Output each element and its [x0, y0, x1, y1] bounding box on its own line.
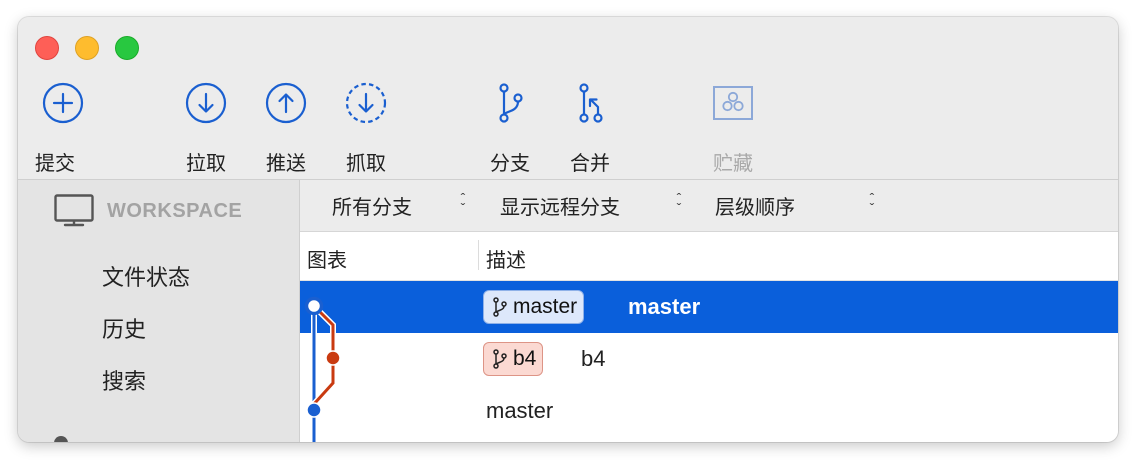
- stash-label: 贮藏: [713, 153, 753, 175]
- chevron-updown-icon: ˆˇ: [460, 190, 466, 216]
- commit-message: master: [486, 398, 554, 423]
- commit-message: b4: [581, 346, 606, 371]
- commit-label: 提交: [35, 153, 75, 175]
- commit-node: [306, 402, 322, 418]
- branch-icon: [493, 297, 507, 317]
- app-window: 提交 拉取 推送 抓取 分支 合并 贮藏 WORKSPACE 文件状态 历史 搜…: [18, 17, 1118, 442]
- branch-button[interactable]: 分支: [480, 81, 540, 175]
- pull-button[interactable]: 拉取: [176, 81, 236, 175]
- branch-icon: [493, 349, 507, 369]
- branch-label: 分支: [490, 153, 530, 175]
- commit-node: [304, 296, 324, 316]
- sidebar-item-file-status[interactable]: 文件状态: [102, 260, 190, 292]
- push-button[interactable]: 推送: [256, 81, 316, 175]
- sidebar-item-search[interactable]: 搜索: [102, 364, 146, 396]
- minimize-button[interactable]: [75, 36, 99, 60]
- commit-message: master: [628, 294, 701, 319]
- commit-button[interactable]: 提交: [33, 81, 93, 175]
- workspace-title: WORKSPACE: [107, 200, 243, 222]
- remote-filter-select[interactable]: 显示远程分支: [500, 191, 620, 220]
- sidebar-next-section-icon: [54, 436, 68, 442]
- branch-icon: [499, 83, 523, 123]
- sidebar: WORKSPACE 文件状态 历史 搜索: [18, 180, 300, 442]
- fetch-label: 抓取: [346, 153, 386, 175]
- merge-label: 合并: [570, 153, 610, 175]
- merge-button[interactable]: 合并: [560, 81, 620, 175]
- order-select[interactable]: 层级顺序: [715, 191, 795, 220]
- column-divider[interactable]: [478, 240, 479, 270]
- chevron-updown-icon: ˆˇ: [869, 190, 875, 216]
- stash-icon: [713, 86, 753, 120]
- fetch-dashed-circle-icon: [345, 82, 387, 124]
- graph-column-header[interactable]: 图表: [307, 244, 347, 273]
- sidebar-item-history[interactable]: 历史: [102, 312, 146, 344]
- fetch-button[interactable]: 抓取: [336, 81, 396, 175]
- commit-row[interactable]: b4 b4: [300, 333, 1118, 385]
- branch-tag: b4: [483, 342, 544, 376]
- monitor-icon: [54, 194, 94, 227]
- toolbar: 提交 拉取 推送 抓取 分支 合并 贮藏: [18, 17, 1118, 180]
- stash-button[interactable]: 贮藏: [703, 81, 763, 175]
- history-view: 所有分支 ˆˇ 显示远程分支 ˆˇ 层级顺序 ˆˇ 图表 描述 master m…: [300, 180, 1118, 442]
- branch-filter-select[interactable]: 所有分支: [332, 191, 412, 220]
- branch-tag-label: b4: [513, 347, 537, 370]
- commit-row[interactable]: master master: [300, 281, 1118, 333]
- push-label: 推送: [266, 153, 306, 175]
- commit-graph: [304, 296, 341, 442]
- pull-label: 拉取: [186, 153, 226, 175]
- close-button[interactable]: [35, 36, 59, 60]
- branch-tag: master: [483, 290, 585, 324]
- arrow-down-circle-icon: [185, 82, 227, 124]
- zoom-button[interactable]: [115, 36, 139, 60]
- arrow-up-circle-icon: [265, 82, 307, 124]
- plus-circle-icon: [42, 82, 84, 124]
- chevron-updown-icon: ˆˇ: [676, 190, 682, 216]
- branch-tag-label: master: [513, 295, 578, 318]
- commit-row[interactable]: master: [300, 385, 1118, 437]
- commit-node: [325, 350, 341, 366]
- merge-icon: [579, 83, 603, 123]
- column-header: 图表 描述: [300, 232, 1118, 281]
- filter-bar: 所有分支 ˆˇ 显示远程分支 ˆˇ 层级顺序 ˆˇ: [300, 180, 1118, 232]
- description-column-header[interactable]: 描述: [486, 244, 526, 273]
